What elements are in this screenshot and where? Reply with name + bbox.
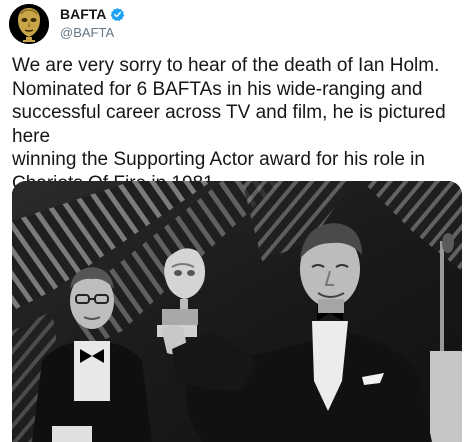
avatar[interactable] — [9, 4, 49, 44]
verified-badge-icon — [110, 7, 125, 22]
bafta-award-photo — [12, 181, 462, 442]
author-name-row[interactable]: BAFTA — [60, 6, 125, 22]
bafta-mask-icon — [9, 4, 49, 44]
tweet-photo[interactable] — [12, 181, 462, 442]
user-handle[interactable]: @BAFTA — [60, 25, 114, 40]
tweet-text: We are very sorry to hear of the death o… — [12, 55, 446, 194]
display-name[interactable]: BAFTA — [60, 6, 106, 22]
